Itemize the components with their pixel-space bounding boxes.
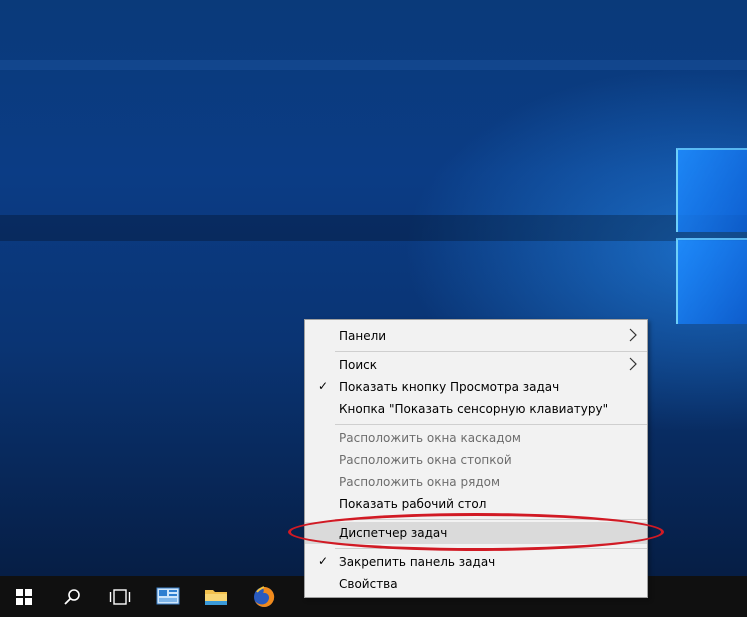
menu-item-panels[interactable]: Панели (305, 325, 647, 347)
menu-item-label: Расположить окна рядом (339, 475, 501, 489)
menu-item-label: Поиск (339, 358, 378, 372)
menu-item-search[interactable]: Поиск (305, 354, 647, 376)
firefox-button[interactable] (240, 576, 288, 617)
menu-item-label: Закрепить панель задач (339, 555, 496, 569)
search-button[interactable] (48, 576, 96, 617)
menu-separator (335, 351, 647, 352)
wallpaper-beam (0, 60, 747, 70)
wallpaper-window-pane (676, 148, 747, 232)
menu-item-label: Панели (339, 329, 387, 343)
menu-item-label: Показать рабочий стол (339, 497, 487, 511)
menu-item-touch-keyboard[interactable]: Кнопка "Показать сенсорную клавиатуру" (305, 398, 647, 420)
control-panel-button[interactable] (144, 576, 192, 617)
chevron-right-icon (629, 328, 637, 345)
control-panel-icon (156, 587, 180, 604)
checkmark-icon: ✓ (318, 554, 329, 568)
wallpaper-beam (0, 215, 747, 241)
menu-item-label: Диспетчер задач (339, 526, 448, 540)
menu-item-show-desktop[interactable]: Показать рабочий стол (305, 493, 647, 515)
menu-separator (335, 424, 647, 425)
menu-item-side-by-side-windows: Расположить окна рядом (305, 471, 647, 493)
task-view-icon (109, 588, 131, 605)
menu-item-label: Расположить окна каскадом (339, 431, 521, 445)
menu-separator (335, 548, 647, 549)
menu-item-task-manager[interactable]: Диспетчер задач (305, 522, 647, 544)
menu-item-label: Расположить окна стопкой (339, 453, 512, 467)
task-view-button[interactable] (96, 576, 144, 617)
taskbar-context-menu: Панели Поиск ✓ Показать кнопку Просмотра… (304, 319, 648, 598)
file-explorer-icon (205, 589, 227, 605)
menu-item-cascade-windows: Расположить окна каскадом (305, 427, 647, 449)
firefox-icon (254, 585, 275, 607)
chevron-right-icon (629, 357, 637, 374)
windows-start-icon (16, 588, 32, 605)
menu-separator (335, 519, 647, 520)
menu-item-show-task-view-button[interactable]: ✓ Показать кнопку Просмотра задач (305, 376, 647, 398)
wallpaper-window-pane (676, 238, 747, 324)
menu-item-label: Кнопка "Показать сенсорную клавиатуру" (339, 402, 609, 416)
search-icon (64, 588, 80, 605)
start-button[interactable] (0, 576, 48, 617)
menu-item-label: Свойства (339, 577, 398, 591)
menu-item-properties[interactable]: Свойства (305, 573, 647, 595)
menu-item-lock-taskbar[interactable]: ✓ Закрепить панель задач (305, 551, 647, 573)
menu-item-label: Показать кнопку Просмотра задач (339, 380, 560, 394)
checkmark-icon: ✓ (318, 379, 329, 393)
file-explorer-button[interactable] (192, 576, 240, 617)
menu-item-stack-windows: Расположить окна стопкой (305, 449, 647, 471)
